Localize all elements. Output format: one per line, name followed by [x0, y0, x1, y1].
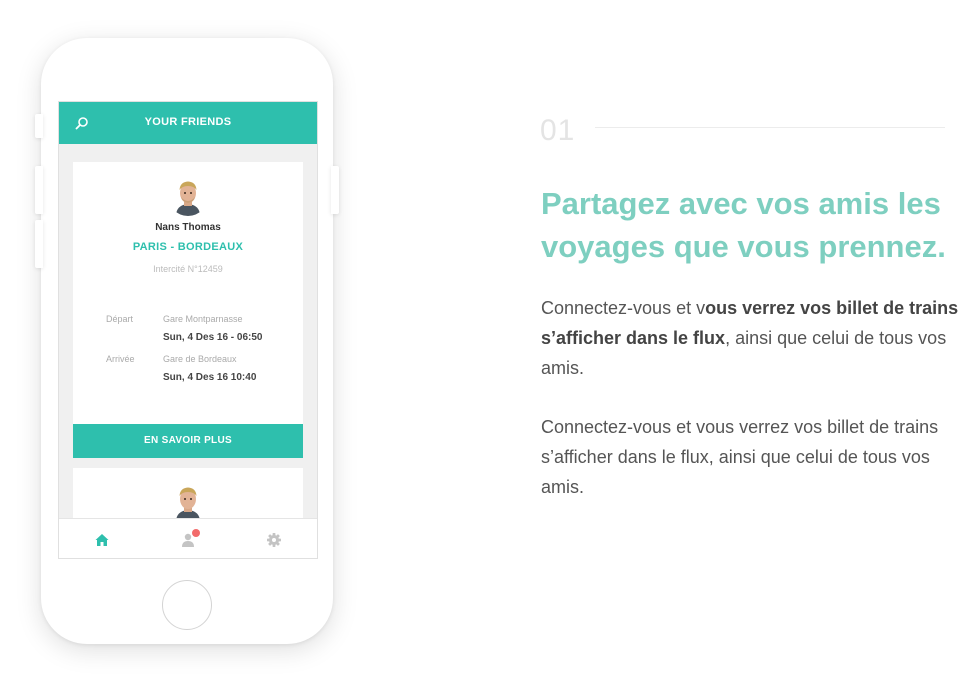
volume-down-button [35, 220, 43, 268]
friend-name: Nans Thomas [155, 222, 221, 233]
departure-time: Sun, 4 Des 16 - 06:50 [163, 332, 263, 343]
departure-station: Gare Montparnasse [163, 314, 243, 324]
home-icon [95, 534, 109, 546]
avatar [168, 482, 208, 522]
tab-friends[interactable] [145, 519, 231, 558]
header-title: YOUR FRIENDS [144, 116, 232, 128]
gear-icon [267, 533, 281, 547]
tab-bar [59, 518, 317, 559]
paragraph-2: Connectez-vous et vous verrez vos billet… [541, 417, 939, 497]
active-tab-indicator [59, 558, 145, 559]
volume-up-button [35, 166, 43, 214]
train-number: Intercité N°12459 [153, 264, 223, 274]
departure-label: Départ [106, 314, 134, 324]
mute-switch [35, 114, 43, 138]
tab-home[interactable] [59, 519, 145, 559]
tab-settings[interactable] [231, 519, 317, 558]
paragraph-1-start: Connectez-vous et v [541, 298, 706, 318]
app-header: YOUR FRIENDS [59, 102, 317, 144]
trip-route: PARIS - BORDEAUX [132, 241, 244, 253]
paragraph-1: Connectez-vous et vous verrez vos billet… [541, 293, 963, 383]
step-number: 01 [540, 114, 576, 147]
divider-line [595, 127, 945, 128]
phone-screen: YOUR FRIENDS Nans Thomas PARIS - BORDEAU… [58, 101, 318, 559]
more-info-button[interactable]: EN SAVOIR PLUS [73, 424, 303, 458]
phone-home-button [162, 580, 212, 630]
arrival-station: Gare de Bordeaux [163, 354, 237, 364]
friend-trip-card[interactable]: Nans Thomas PARIS - BORDEAUX Intercité N… [73, 162, 303, 454]
notification-badge [192, 529, 200, 537]
avatar [168, 176, 208, 216]
phone-mockup: YOUR FRIENDS Nans Thomas PARIS - BORDEAU… [35, 38, 339, 644]
power-button [331, 166, 339, 214]
arrival-label: Arrivée [106, 354, 135, 364]
section-headline: Partagez avec vos amis les voyages que v… [541, 186, 946, 264]
arrival-time: Sun, 4 Des 16 10:40 [163, 372, 257, 383]
